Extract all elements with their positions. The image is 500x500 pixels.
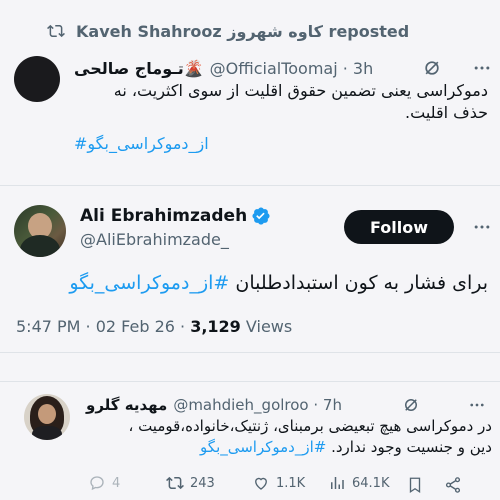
main-author-handle[interactable]: @AliEbrahimzade_ bbox=[80, 230, 340, 249]
verified-badge-icon bbox=[252, 207, 270, 225]
share-icon[interactable] bbox=[444, 476, 462, 494]
avatar-toomaj[interactable] bbox=[14, 56, 60, 102]
reply-actions: 4 243 1.1K 64.1K bbox=[88, 474, 488, 496]
main-views-count: 3,129 bbox=[190, 317, 241, 336]
repost-count: 243 bbox=[190, 475, 215, 491]
reply-hashtag[interactable]: #از_دموکراسی_بگو bbox=[200, 438, 326, 456]
main-hashtag[interactable]: #از_دموکراسی_بگو bbox=[69, 272, 229, 294]
reply-display-name[interactable]: مهدیه گلرو bbox=[86, 396, 167, 414]
bookmark-icon[interactable] bbox=[406, 476, 424, 494]
repost-action[interactable]: 243 bbox=[166, 474, 215, 492]
grok-icon[interactable] bbox=[402, 396, 420, 414]
reply-icon bbox=[90, 476, 104, 491]
reply-header: مهدیه گلرو @mahdieh_golroo · 7h bbox=[86, 394, 496, 416]
reply-line-2: دین و جنسیت وجود ندارد. bbox=[326, 438, 492, 456]
tweet1-hashtag[interactable]: #از_دموکراسی_بگو bbox=[74, 134, 209, 153]
tweet1-text: دموکراسی یعنی تضمین حقوق اقلیت از سوی اک… bbox=[74, 80, 488, 124]
main-text-body: برای فشار به کون استبدادطلبان bbox=[229, 272, 488, 294]
repost-icon bbox=[166, 476, 184, 490]
divider-2 bbox=[0, 352, 500, 353]
tweet1-line-1: دموکراسی یعنی تضمین حقوق اقلیت از سوی اک… bbox=[113, 81, 488, 100]
more-options-icon[interactable] bbox=[468, 396, 486, 414]
repost-icon bbox=[47, 24, 65, 38]
reply-action[interactable]: 4 bbox=[88, 474, 120, 492]
reply-count: 4 bbox=[112, 475, 121, 491]
avatar-ali[interactable] bbox=[14, 205, 66, 257]
main-time-date[interactable]: 5:47 PM · 02 Feb 26 · bbox=[16, 317, 190, 336]
main-author: Ali Ebrahimzadeh @AliEbrahimzade_ bbox=[80, 206, 340, 256]
more-options-icon[interactable] bbox=[472, 58, 492, 78]
tweet1-header: تـوماج صالحی🌋 @OfficialToomaj · 3h bbox=[74, 56, 494, 80]
tweet1-handle-time[interactable]: @OfficialToomaj · 3h bbox=[210, 59, 374, 78]
views-count: 64.1K bbox=[352, 475, 390, 491]
more-options-icon[interactable] bbox=[472, 217, 492, 237]
main-views-label: Views bbox=[240, 317, 293, 336]
tweet1-line-2: حذف اقلیت. bbox=[405, 103, 488, 122]
reply-handle-time[interactable]: @mahdieh_golroo · 7h bbox=[173, 396, 342, 414]
like-count: 1.1K bbox=[276, 475, 306, 491]
reply-text: در دموکراسی هیچ تبعیضی برمبنای، ژنتیک،خا… bbox=[86, 416, 492, 458]
heart-icon bbox=[255, 477, 267, 490]
main-text: برای فشار به کون استبدادطلبان #از_دموکرا… bbox=[14, 270, 488, 296]
grok-icon[interactable] bbox=[422, 58, 442, 78]
divider-3 bbox=[0, 381, 500, 382]
repost-header: Kaveh Shahrooz کاوه شهروز reposted bbox=[46, 18, 486, 44]
views-chart-icon bbox=[331, 477, 344, 489]
like-action[interactable]: 1.1K bbox=[252, 474, 305, 492]
tweet1-display-name[interactable]: تـوماج صالحی🌋 bbox=[74, 59, 204, 78]
divider-1 bbox=[0, 185, 500, 186]
main-author-name[interactable]: Ali Ebrahimzadeh bbox=[80, 206, 247, 226]
reply-line-1: در دموکراسی هیچ تبعیضی برمبنای، ژنتیک،خا… bbox=[128, 417, 492, 435]
repost-label[interactable]: Kaveh Shahrooz کاوه شهروز reposted bbox=[76, 22, 409, 41]
avatar-mahdieh[interactable] bbox=[24, 394, 70, 440]
main-meta: 5:47 PM · 02 Feb 26 · 3,129 Views bbox=[16, 317, 292, 336]
follow-button[interactable]: Follow bbox=[344, 210, 454, 244]
views-action[interactable]: 64.1K bbox=[328, 474, 389, 492]
